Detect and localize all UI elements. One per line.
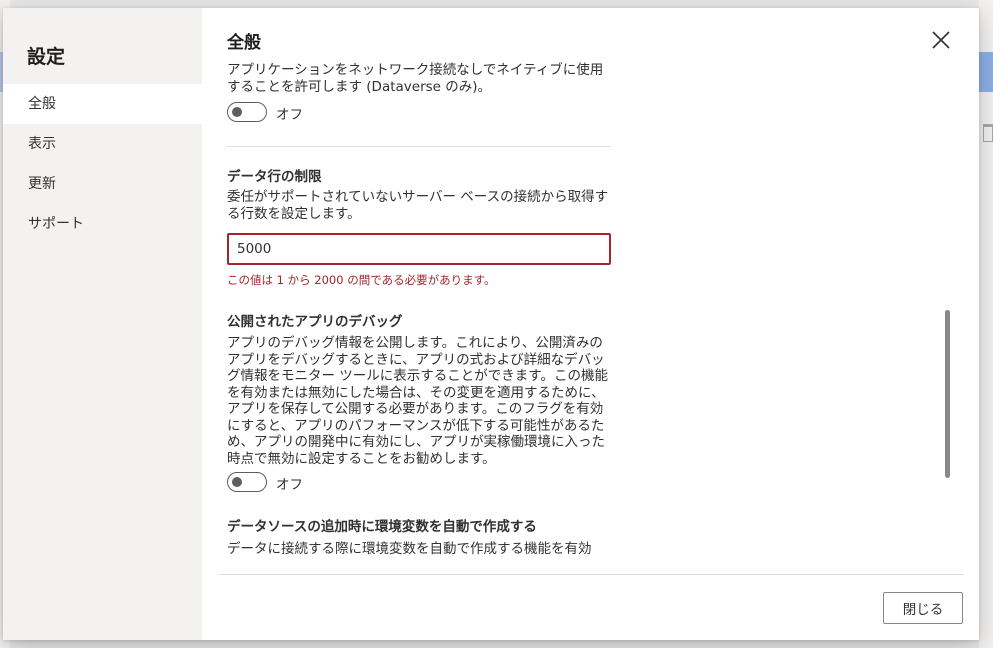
data-row-limit-input[interactable] <box>227 233 611 265</box>
section-title: 全般 <box>227 33 261 53</box>
data-row-limit-description: 委任がサポートされていないサーバー ベースの接続から取得する行数を設定します。 <box>227 189 609 222</box>
settings-title: 設定 <box>27 46 66 68</box>
content-scrollbar[interactable] <box>945 310 950 478</box>
offline-description: アプリケーションをネットワーク接続なしでネイティブに使用することを許可します (… <box>227 62 604 95</box>
settings-dialog: 設定 全般 表示 更新 サポート 全般 アプリケーションをネットワーク接続なしで… <box>3 8 979 640</box>
offline-toggle[interactable] <box>227 102 267 122</box>
env-variables-description: データに接続する際に環境変数を自動で作成する機能を有効 <box>227 541 592 557</box>
toggle-knob <box>232 107 242 117</box>
background-app-right <box>979 0 993 648</box>
nav-item-display[interactable]: 表示 <box>3 124 202 164</box>
debug-description: アプリのデバッグ情報を公開します。これにより、公開済みのアプリをデバッグするとき… <box>227 335 608 467</box>
data-row-limit-error: この値は 1 から 2000 の間である必要があります。 <box>227 273 496 287</box>
nav-item-updates[interactable]: 更新 <box>3 164 202 204</box>
settings-content[interactable]: 全般 アプリケーションをネットワーク接続なしでネイティブに使用することを許可しま… <box>227 8 937 574</box>
data-row-limit-heading: データ行の制限 <box>227 169 322 185</box>
toggle-knob <box>232 477 242 487</box>
nav-item-general[interactable]: 全般 <box>3 84 202 124</box>
env-variables-heading: データソースの追加時に環境変数を自動で作成する <box>227 519 537 535</box>
debug-toggle[interactable] <box>227 472 267 492</box>
background-header-strip <box>979 52 993 92</box>
debug-heading: 公開されたアプリのデバッグ <box>227 314 403 330</box>
offline-toggle-label: オフ <box>276 107 303 123</box>
debug-toggle-label: オフ <box>276 477 303 493</box>
trash-icon <box>983 124 993 142</box>
footer-divider <box>218 574 964 575</box>
settings-nav: 設定 全般 表示 更新 サポート <box>3 8 202 640</box>
close-footer-button[interactable]: 閉じる <box>883 592 963 624</box>
nav-item-support[interactable]: サポート <box>3 204 202 244</box>
divider <box>227 146 611 147</box>
